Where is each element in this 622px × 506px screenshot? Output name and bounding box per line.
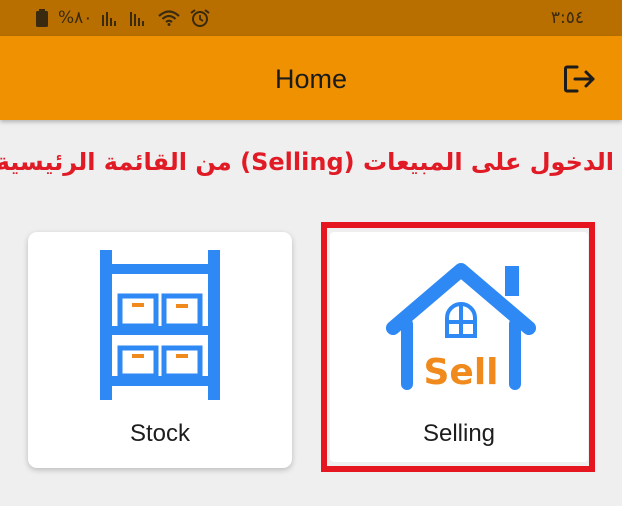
stock-card-label: Stock (129, 420, 191, 447)
instruction-caption: الدخول على المبيعات (Selling) من القائمة… (0, 148, 614, 176)
logout-icon (564, 65, 595, 93)
logout-button[interactable] (563, 64, 597, 94)
status-icons: %٨٠ (36, 8, 211, 28)
status-bar: %٨٠ ٣:٥٤ (0, 0, 622, 36)
battery-icon (36, 9, 48, 27)
stock-card[interactable]: Stock (28, 232, 292, 468)
page-title: Home (274, 64, 348, 94)
signal-icon-2 (130, 10, 148, 26)
battery-percent: %٨٠ (58, 8, 93, 28)
clock: ٣:٥٤ (550, 8, 584, 28)
warehouse-shelves-icon (100, 250, 220, 400)
wifi-icon (158, 10, 181, 26)
signal-icon (102, 10, 120, 26)
alarm-icon (190, 9, 211, 27)
app-bar: Home (0, 36, 622, 120)
selling-highlight-frame (321, 222, 595, 472)
